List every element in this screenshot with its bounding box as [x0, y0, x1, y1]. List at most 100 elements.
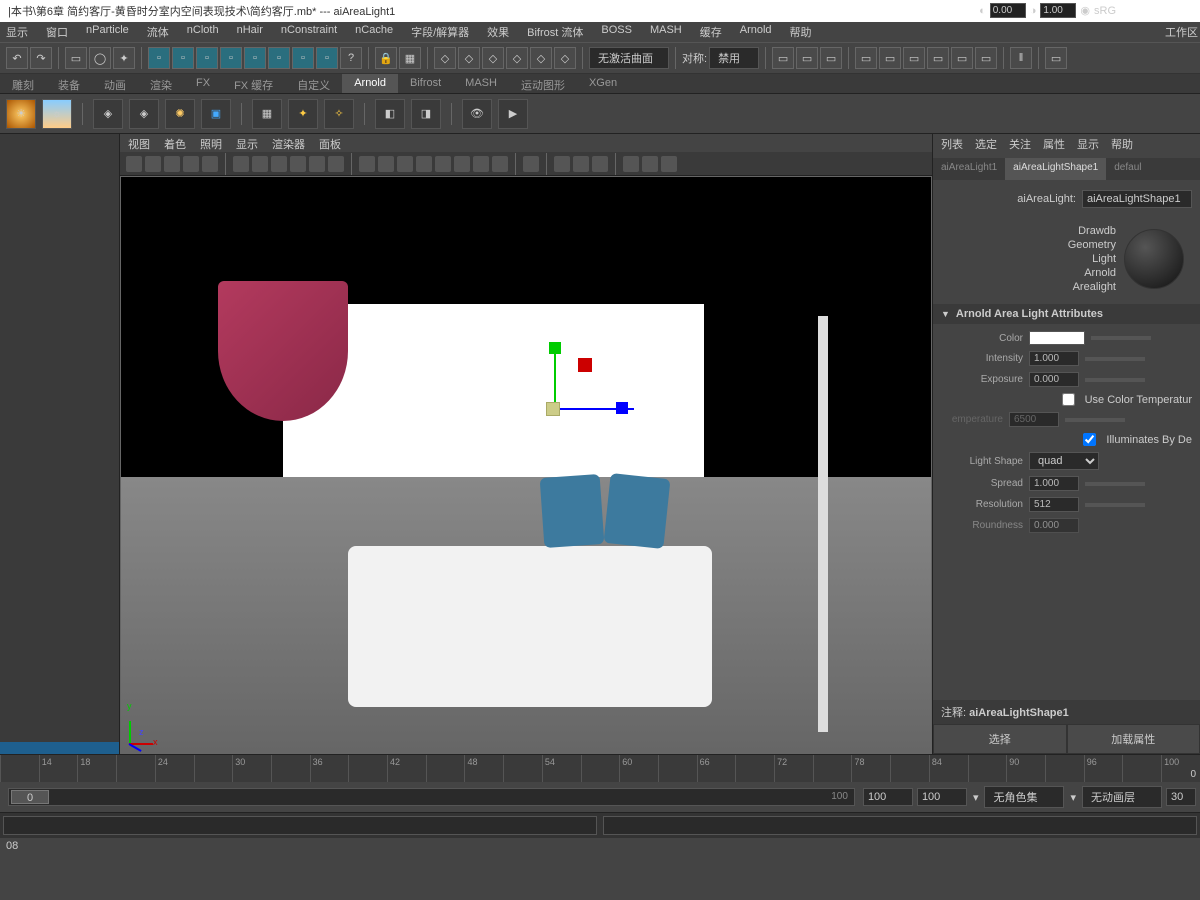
render-icon[interactable]: ▭ — [855, 47, 877, 69]
tx-manager-icon[interactable]: ✧ — [324, 99, 354, 129]
shelf-tab-active[interactable]: Arnold — [342, 74, 398, 93]
snap-curve-icon[interactable]: ◇ — [458, 47, 480, 69]
ae-menu-item[interactable]: 帮助 — [1111, 136, 1133, 150]
menu-item[interactable]: 缓存 — [700, 24, 722, 40]
safe-action-icon[interactable] — [328, 156, 344, 172]
range-in-field[interactable] — [863, 788, 913, 806]
resolution-field[interactable] — [1029, 497, 1079, 512]
sel-hull-icon[interactable]: ▫ — [316, 47, 338, 69]
chevron-icon[interactable]: ▾ — [971, 791, 981, 804]
film-gate-icon[interactable] — [252, 156, 268, 172]
ipr-icon[interactable]: ▭ — [879, 47, 901, 69]
menu-item[interactable]: BOSS — [601, 24, 632, 40]
render-view-icon[interactable]: ▦ — [252, 99, 282, 129]
smooth-icon[interactable] — [378, 156, 394, 172]
illuminates-checkbox[interactable] — [1083, 433, 1096, 446]
lightshape-dropdown[interactable]: quad — [1029, 452, 1099, 470]
undo-icon[interactable]: ↶ — [6, 47, 28, 69]
construct-icon[interactable]: ▭ — [796, 47, 818, 69]
use-lights-icon[interactable] — [416, 156, 432, 172]
menu-item[interactable]: nCloth — [187, 24, 219, 40]
paint-select-icon[interactable]: ✦ — [113, 47, 135, 69]
sequence-icon[interactable]: ▶ — [498, 99, 528, 129]
gamma-field[interactable] — [1040, 3, 1076, 18]
ae-menu-item[interactable]: 选定 — [975, 136, 997, 150]
shadows-icon[interactable] — [435, 156, 451, 172]
snap-icon[interactable]: ▦ — [399, 47, 421, 69]
vp-image-plane-icon[interactable] — [183, 156, 199, 172]
shelf-tab[interactable]: 动画 — [92, 74, 138, 93]
area-light-icon[interactable]: ◈ — [129, 99, 159, 129]
motion-blur-icon[interactable] — [473, 156, 489, 172]
construct-toggle-icon[interactable]: ▭ — [820, 47, 842, 69]
intensity-slider[interactable] — [1085, 357, 1145, 361]
menu-item[interactable]: 字段/解算器 — [411, 24, 469, 40]
exposure-field[interactable] — [1029, 372, 1079, 387]
vp-menu-item[interactable]: 渲染器 — [272, 136, 305, 150]
aov-icon[interactable]: ◧ — [375, 99, 405, 129]
vp-2d-icon[interactable] — [202, 156, 218, 172]
lock-icon[interactable]: 🔒 — [375, 47, 397, 69]
exposure-icon[interactable] — [623, 156, 639, 172]
shelf-tab[interactable]: FX — [184, 74, 222, 93]
gizmo-z-handle[interactable] — [616, 402, 628, 414]
vp-menu-item[interactable]: 着色 — [164, 136, 186, 150]
viewport-3d[interactable]: ↖ y x z — [120, 176, 932, 754]
hypershade-icon[interactable]: ▭ — [927, 47, 949, 69]
sel-multi-icon[interactable]: ▫ — [268, 47, 290, 69]
colorspace-icon[interactable]: ◉ — [1080, 4, 1090, 17]
photometric-icon[interactable]: ✺ — [165, 99, 195, 129]
colorspace-label[interactable]: sRG — [1094, 5, 1116, 17]
range-slider[interactable]: 0 100 — [8, 788, 855, 806]
panel-icon[interactable]: ▭ — [1045, 47, 1067, 69]
mesh-light-icon[interactable]: ◈ — [93, 99, 123, 129]
snap-live-icon[interactable]: ◇ — [530, 47, 552, 69]
gizmo-y-handle[interactable] — [549, 342, 561, 354]
move-gizmo[interactable]: ↖ — [494, 350, 614, 470]
color-swatch[interactable] — [1029, 331, 1085, 345]
temperature-field[interactable] — [1009, 412, 1059, 427]
grid-icon[interactable] — [233, 156, 249, 172]
ae-tab-active[interactable]: aiAreaLightShape1 — [1005, 158, 1106, 180]
ae-name-field[interactable] — [1082, 190, 1192, 208]
snap-view-icon[interactable]: ◇ — [554, 47, 576, 69]
menu-item[interactable]: 流体 — [147, 24, 169, 40]
temperature-slider[interactable] — [1065, 418, 1125, 422]
textured-icon[interactable] — [397, 156, 413, 172]
live-surface-dropdown[interactable]: 无激活曲面 — [589, 47, 669, 69]
lasso-icon[interactable]: ◯ — [89, 47, 111, 69]
vp-select-cam-icon[interactable] — [126, 156, 142, 172]
ae-menu-item[interactable]: 显示 — [1077, 136, 1099, 150]
ae-tab[interactable]: aiAreaLight1 — [933, 158, 1005, 180]
intensity-field[interactable] — [1029, 351, 1079, 366]
sel-comp-icon[interactable]: ▫ — [292, 47, 314, 69]
ao-icon[interactable] — [454, 156, 470, 172]
vp-menu-item[interactable]: 面板 — [319, 136, 341, 150]
ae-menu-item[interactable]: 列表 — [941, 136, 963, 150]
shelf-tab[interactable]: XGen — [577, 74, 629, 93]
menu-item[interactable]: Bifrost 流体 — [527, 24, 583, 40]
xray-comp-icon[interactable] — [592, 156, 608, 172]
render-settings-icon[interactable]: ▭ — [903, 47, 925, 69]
snap-plane-icon[interactable]: ◇ — [506, 47, 528, 69]
wireframe-icon[interactable] — [359, 156, 375, 172]
load-attrs-button[interactable]: 加载属性 — [1067, 724, 1200, 754]
vp-bookmark-icon[interactable] — [164, 156, 180, 172]
vp-menu-item[interactable]: 显示 — [236, 136, 258, 150]
isolate-icon[interactable] — [523, 156, 539, 172]
help-icon[interactable]: ? — [340, 47, 362, 69]
exposure-field[interactable] — [990, 3, 1026, 18]
range-out-field[interactable] — [917, 788, 967, 806]
symmetry-dropdown[interactable]: 禁用 — [709, 47, 759, 69]
viewport-icon[interactable]: ◨ — [411, 99, 441, 129]
menu-item[interactable]: nCache — [355, 24, 393, 40]
ae-menu-item[interactable]: 属性 — [1043, 136, 1065, 150]
material-preview-sphere[interactable] — [1124, 229, 1184, 289]
menu-item[interactable]: nHair — [237, 24, 263, 40]
use-temp-checkbox[interactable] — [1062, 393, 1075, 406]
vp-menu-item[interactable]: 照明 — [200, 136, 222, 150]
shelf-tab[interactable]: 自定义 — [285, 74, 342, 93]
menu-item[interactable]: nParticle — [86, 24, 129, 40]
sel-obj-icon[interactable]: ▫ — [244, 47, 266, 69]
view-transform-icon[interactable] — [661, 156, 677, 172]
